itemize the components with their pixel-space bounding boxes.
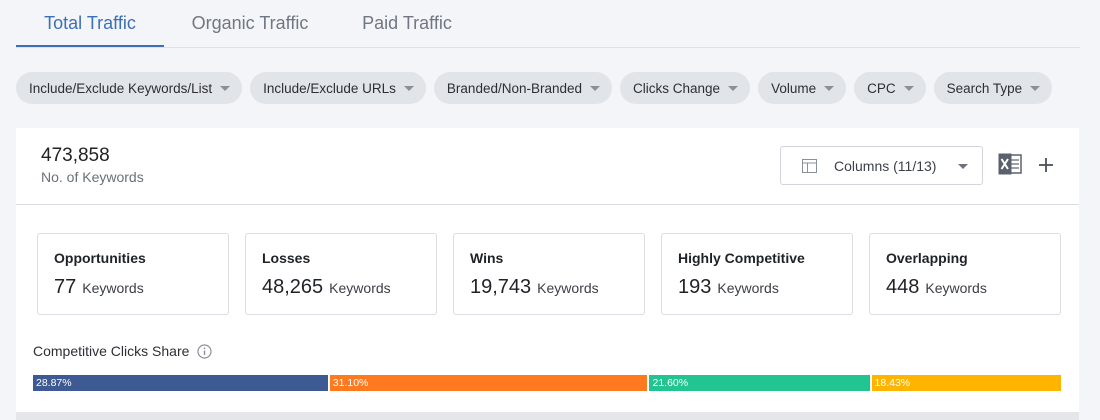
stat-card-losses[interactable]: Losses 48,265 Keywords: [245, 233, 437, 315]
stat-card-wins[interactable]: Wins 19,743 Keywords: [453, 233, 645, 315]
stat-card-overlapping[interactable]: Overlapping 448 Keywords: [869, 233, 1061, 315]
card-title: Overlapping: [886, 250, 968, 266]
tab-total-traffic[interactable]: Total Traffic: [16, 0, 164, 47]
traffic-tabs: Total Traffic Organic Traffic Paid Traff…: [16, 0, 1080, 48]
excel-icon[interactable]: [998, 153, 1022, 175]
tab-paid-traffic[interactable]: Paid Traffic: [352, 0, 462, 47]
chevron-down-icon: [903, 85, 914, 91]
chevron-down-icon: [728, 85, 739, 91]
card-unit: Keywords: [82, 280, 144, 296]
chevron-down-icon: [220, 85, 231, 91]
card-value: 48,265 Keywords: [262, 276, 391, 299]
panel-bottom-edge: [16, 412, 1079, 420]
filter-cpc[interactable]: CPC: [854, 72, 926, 104]
chevron-down-icon: [1030, 85, 1041, 91]
card-unit: Keywords: [717, 280, 779, 296]
keyword-count: 473,858: [41, 145, 110, 166]
card-value: 77 Keywords: [54, 276, 144, 299]
card-unit: Keywords: [329, 280, 391, 296]
table-icon: [802, 159, 817, 173]
filter-bar: Include/Exclude Keywords/List Include/Ex…: [16, 72, 1053, 104]
filter-search-type[interactable]: Search Type: [933, 72, 1053, 104]
card-number: 77: [54, 276, 77, 298]
filter-label: Volume: [771, 80, 817, 96]
columns-label: Columns (11/13): [834, 158, 937, 174]
filter-label: CPC: [867, 80, 896, 96]
filter-label: Clicks Change: [633, 80, 721, 96]
keyword-count-label: No. of Keywords: [41, 169, 144, 185]
card-value: 19,743 Keywords: [470, 276, 599, 299]
card-title: Losses: [262, 250, 311, 266]
filter-branded[interactable]: Branded/Non-Branded: [433, 72, 613, 104]
tab-organic-traffic[interactable]: Organic Traffic: [180, 0, 320, 47]
panel-divider: [16, 204, 1079, 205]
chevron-down-icon: [958, 164, 968, 169]
filter-label: Branded/Non-Branded: [446, 80, 583, 96]
card-title: Highly Competitive: [678, 250, 805, 266]
plus-icon[interactable]: [1038, 157, 1054, 173]
clicks-share-title: Competitive Clicks Share: [33, 343, 190, 359]
share-segment[interactable]: 28.87%: [33, 375, 330, 391]
share-segment[interactable]: 18.43%: [871, 375, 1061, 391]
card-unit: Keywords: [537, 280, 599, 296]
card-number: 19,743: [470, 276, 532, 298]
info-icon[interactable]: [197, 344, 212, 359]
share-segment[interactable]: 31.10%: [329, 375, 650, 391]
share-segment[interactable]: 21.60%: [649, 375, 872, 391]
filter-keywords-list[interactable]: Include/Exclude Keywords/List: [16, 72, 243, 104]
chevron-down-icon: [590, 85, 601, 91]
card-unit: Keywords: [925, 280, 987, 296]
clicks-share-bar: 28.87% 31.10% 21.60% 18.43%: [33, 375, 1061, 391]
card-title: Opportunities: [54, 250, 146, 266]
stat-card-opportunities[interactable]: Opportunities 77 Keywords: [37, 233, 229, 315]
columns-dropdown[interactable]: Columns (11/13): [780, 146, 983, 185]
card-number: 193: [678, 276, 712, 298]
filter-label: Include/Exclude Keywords/List: [29, 80, 213, 96]
card-number: 448: [886, 276, 920, 298]
filter-urls[interactable]: Include/Exclude URLs: [250, 72, 426, 104]
card-number: 48,265: [262, 276, 324, 298]
filter-clicks-change[interactable]: Clicks Change: [620, 72, 751, 104]
stat-card-highly-competitive[interactable]: Highly Competitive 193 Keywords: [661, 233, 853, 315]
card-value: 193 Keywords: [678, 276, 779, 299]
card-title: Wins: [470, 250, 504, 266]
chevron-down-icon: [403, 85, 414, 91]
filter-volume[interactable]: Volume: [758, 72, 847, 104]
keywords-panel: 473,858 No. of Keywords Columns (11/13) …: [16, 128, 1079, 420]
filter-label: Search Type: [946, 80, 1023, 96]
card-value: 448 Keywords: [886, 276, 987, 299]
filter-label: Include/Exclude URLs: [263, 80, 396, 96]
chevron-down-icon: [824, 85, 835, 91]
